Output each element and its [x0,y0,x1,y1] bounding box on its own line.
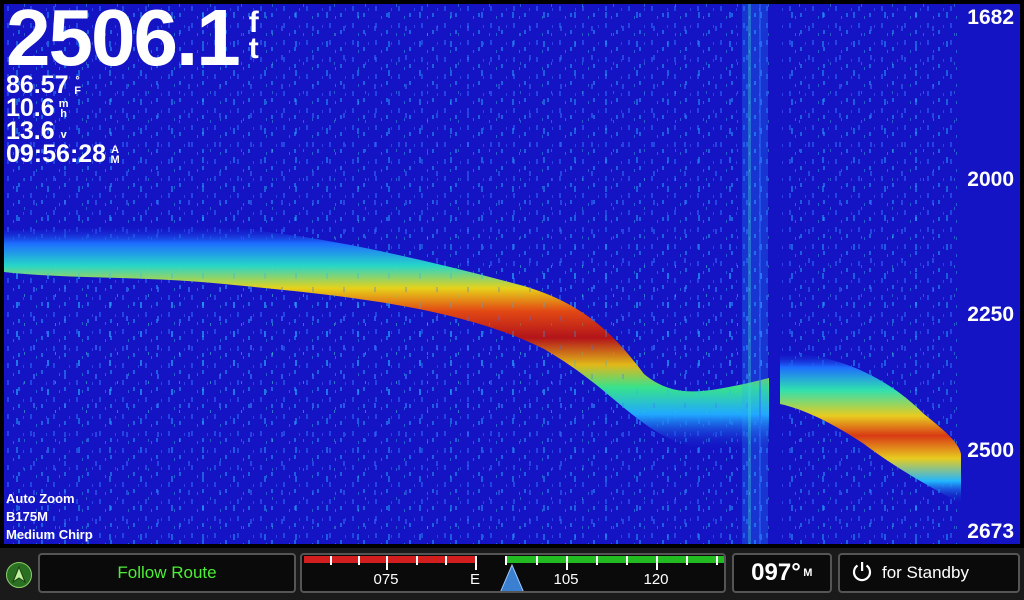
depth-unit: ft [245,8,263,65]
standby-label: for Standby [882,563,969,582]
heading-unit: M [803,567,813,579]
water-temp-unit: ° F [73,76,83,97]
compass-label: 075 [373,571,399,588]
heading-readout: 097° M [732,553,832,593]
time-unit-bottom: M [110,154,120,166]
standby-button[interactable]: for Standby [838,553,1020,593]
zoom-mode-label: Auto Zoom [6,491,75,506]
transducer-label: B175M [6,509,48,524]
water-temp-unit-bottom: F [74,85,81,97]
depth-readout: 2506.1 f t [6,0,263,82]
time-readout: 09:56:28 AM [6,140,263,168]
power-icon [850,559,874,588]
speed-unit-bottom: h [60,108,68,120]
depth-value: 2506.1 [6,0,241,82]
depth-scale-label: 2250 [967,303,1014,326]
depth-scale-label: 1682 [967,6,1014,29]
depth-scale-label: 2673 [967,520,1014,543]
time-value: 09:56:28 [6,140,107,168]
follow-route-button[interactable]: Follow Route [38,553,296,593]
speed-unit: mh [59,99,69,120]
compass-label: 120 [643,571,669,588]
starboard-arc [506,556,724,563]
follow-route-label: Follow Route [117,563,217,582]
sonar-interference-column [742,4,768,544]
depth-scale-label: 2000 [967,168,1014,191]
voltage-unit: v [60,129,67,141]
compass-heading-tape: 075 E 105 120 [300,553,726,593]
port-arc [304,556,476,563]
depth-unit-bottom: t [248,32,259,65]
compass-label: 105 [553,571,579,588]
heading-value: 097° [751,559,801,586]
navigation-arrow-icon[interactable] [6,562,32,588]
heading-pointer-icon [500,563,524,591]
frequency-mode-label: Medium Chirp [6,527,93,542]
depth-scale: 1682 2000 2250 2500 2673 [961,4,1020,544]
sonar-gap-line [769,4,780,544]
depth-scale-label: 2500 [967,439,1014,462]
time-unit: AM [110,145,120,166]
compass-label: E [469,571,481,588]
sonar-info: Auto Zoom B175M Medium Chirp [6,490,93,544]
data-readouts: 2506.1 f t 86.57 ° F 10.6 mh 13.6 v 09:56:2… [6,0,263,168]
